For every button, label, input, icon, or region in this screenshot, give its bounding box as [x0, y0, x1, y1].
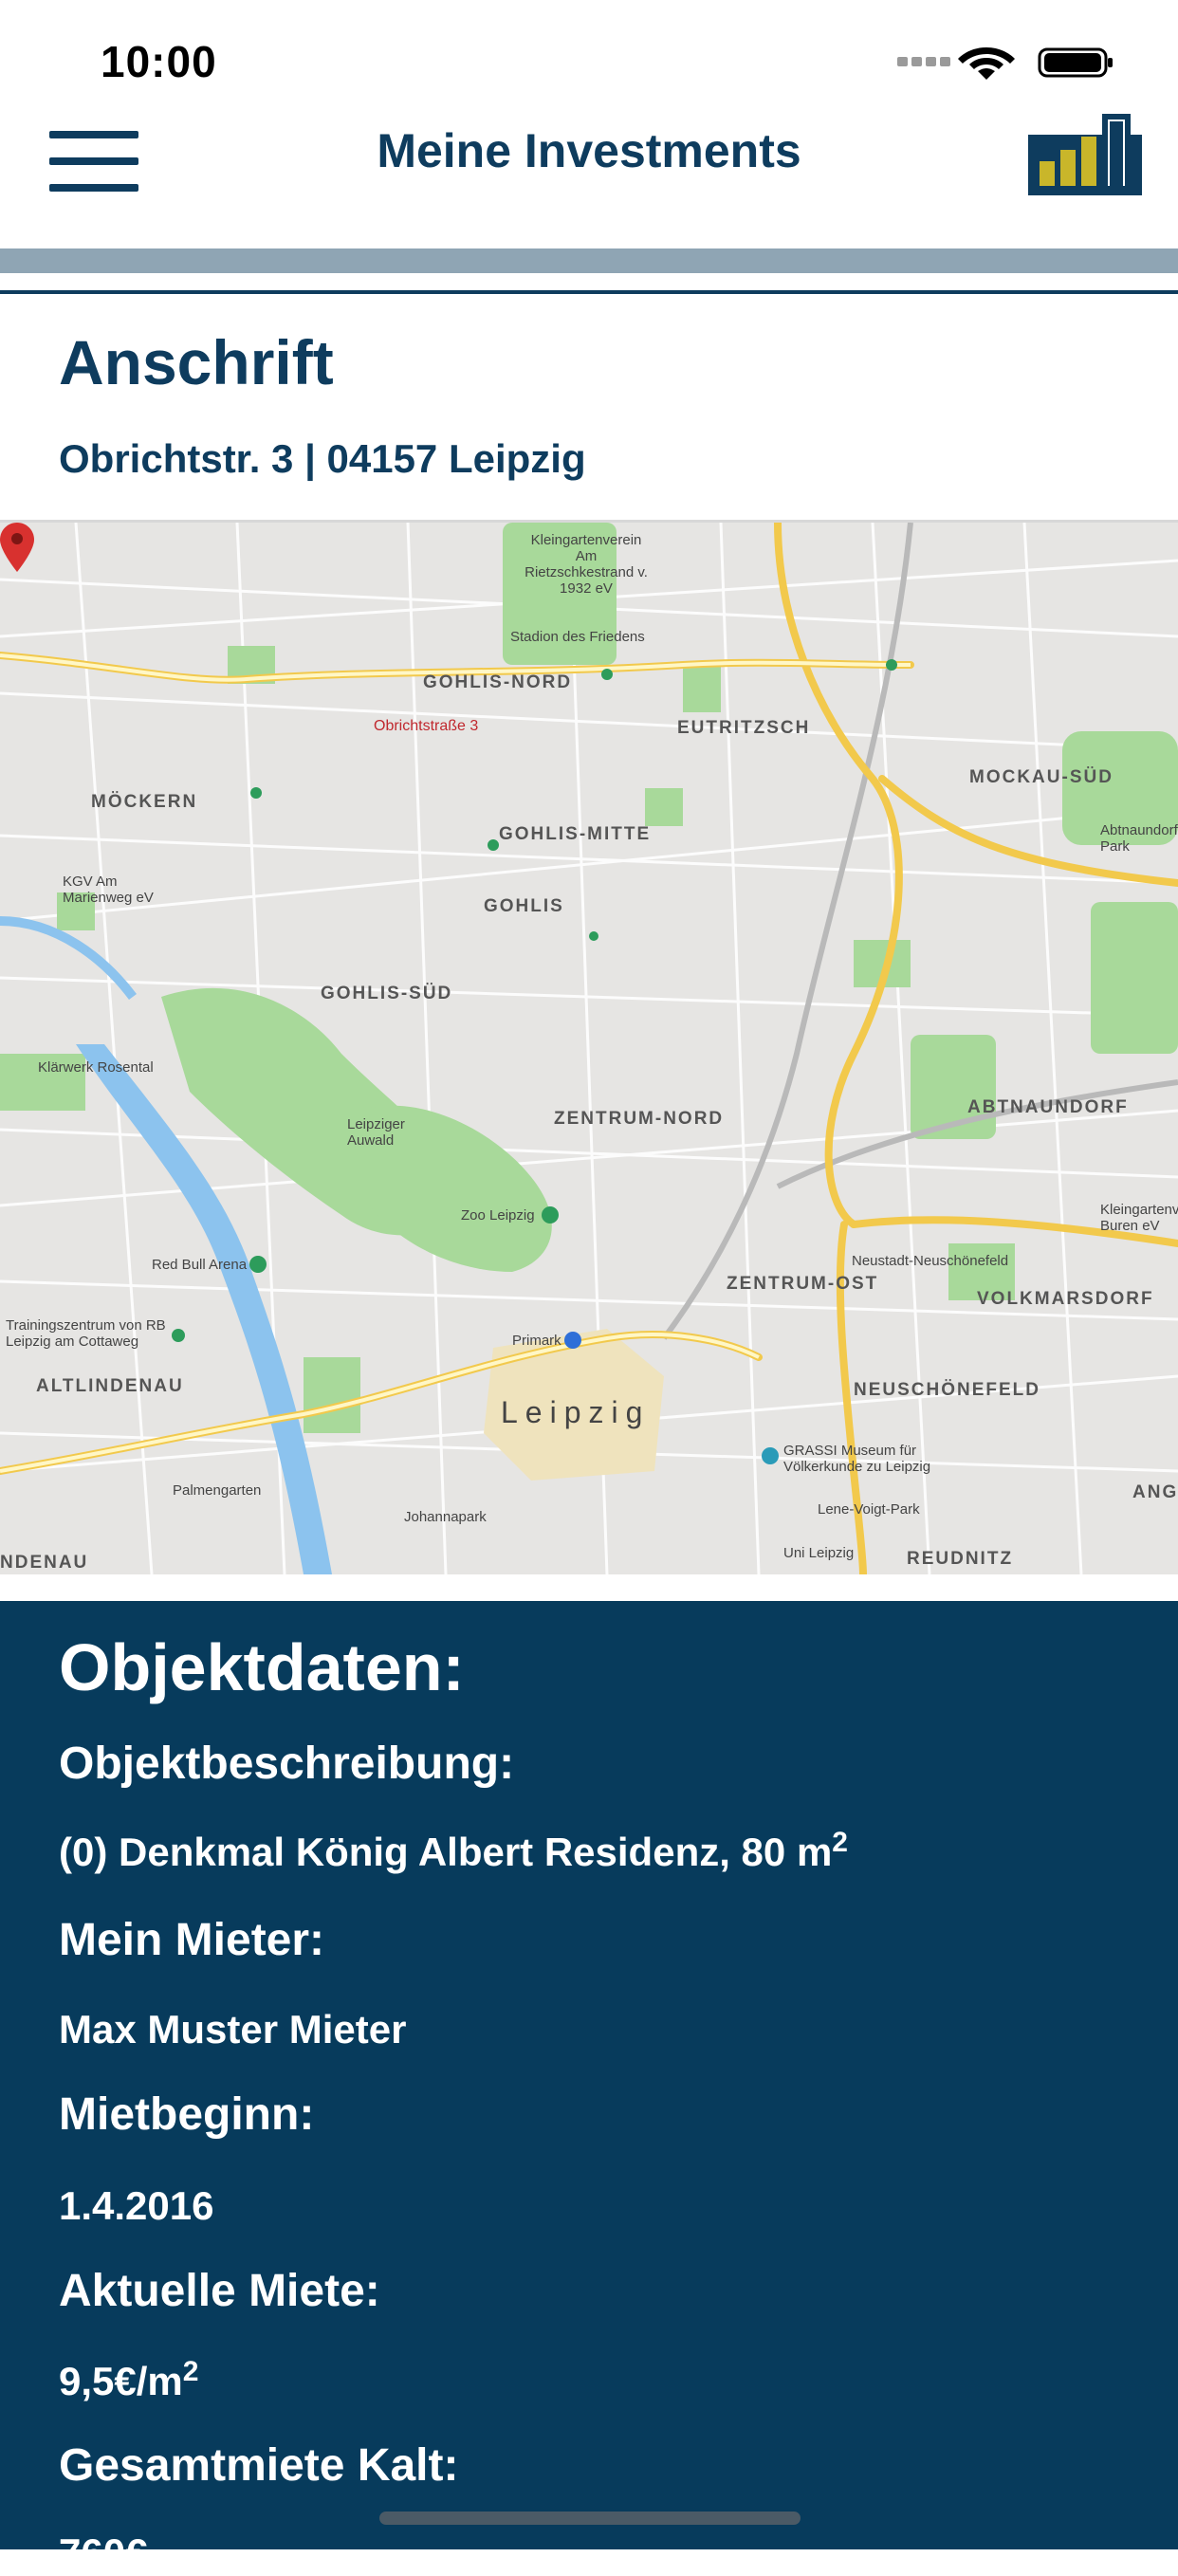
wifi-icon [958, 47, 1015, 80]
district-label: GOHLIS-SÜD [321, 984, 453, 1003]
poi-label: Lene-Voigt-Park [818, 1501, 920, 1518]
detail-value-description: (0) Denkmal König Albert Residenz, 80 m2 [59, 1827, 848, 1874]
district-label: ZENTRUM-NORD [554, 1109, 725, 1129]
poi-label: GRASSI Museum für Völkerkunde zu Leipzig [783, 1443, 931, 1475]
poi-label: Neustadt-Neuschönefeld [852, 1253, 1009, 1269]
map-pin-label: Obrichtstraße 3 [374, 718, 479, 734]
poi-label: Stadion des Friedens [510, 629, 645, 645]
district-label: MOCKAU-SÜD [969, 767, 1114, 787]
poi-label: Uni Leipzig [783, 1545, 855, 1561]
district-label: GOHLIS-MITTE [499, 824, 652, 844]
district-label: VOLKMARSDORF [977, 1289, 1154, 1309]
poi-label: Zoo Leipzig [461, 1207, 535, 1224]
detail-value-lease-start: 1.4.2016 [59, 2183, 214, 2228]
signal-icon [897, 57, 950, 66]
poi-label: Johannapark [404, 1509, 487, 1525]
status-icons [897, 47, 1113, 80]
object-details-panel: Objektdaten: Objektbeschreibung: (0) Den… [0, 1601, 1178, 2575]
poi-label: Primark [512, 1333, 561, 1349]
district-label: GOHLIS [484, 896, 564, 916]
detail-label-tenant: Mein Mieter: [59, 1915, 325, 1965]
detail-label-total-rent: Gesamtmiete Kalt: [59, 2440, 459, 2491]
detail-label-lease-start: Mietbeginn: [59, 2089, 315, 2140]
poi-label: Abtnaundorfer Park [1100, 822, 1178, 855]
nav-bar: Meine Investments [0, 95, 1178, 248]
poi-label: KGV Am Marienweg eV [63, 874, 154, 906]
district-label: MÖCKERN [91, 792, 198, 812]
map-view[interactable]: GOHLIS-NORD EUTRITZSCH MÖCKERN GOHLIS-MI… [0, 523, 1178, 1574]
section-gap [0, 1574, 1178, 1601]
district-label: ZENTRUM-OST [727, 1274, 879, 1294]
bar-chart-logo-icon[interactable] [1028, 108, 1142, 195]
detail-value-tenant: Max Muster Mieter [59, 2007, 407, 2052]
detail-value-total-rent: 760€ [59, 2530, 148, 2575]
district-label: NEUSCHÖNEFELD [854, 1380, 1041, 1400]
district-label: REUDNITZ [907, 1549, 1014, 1569]
status-bar: 10:00 [0, 0, 1178, 95]
poi-label: Trainingszentrum von RB Leipzig am Cotta… [6, 1317, 166, 1350]
map-pin-icon[interactable] [0, 523, 34, 572]
poi-label: Klärwerk Rosental [38, 1059, 154, 1076]
district-label: EUTRITZSCH [677, 718, 811, 738]
header-band [0, 248, 1178, 273]
address-line: Obrichtstr. 3 | 04157 Leipzig [59, 436, 586, 481]
district-label: ALTLINDENAU [36, 1376, 184, 1396]
poi-label: Kleingartenverein Am Rietzschkestrand v.… [525, 532, 648, 597]
district-label: GOHLIS-NORD [423, 672, 573, 692]
district-label: NDENAU [0, 1553, 89, 1573]
district-label: ABTNAUNDORF [967, 1097, 1129, 1117]
detail-label-description: Objektbeschreibung: [59, 1739, 515, 1789]
poi-label: Leipziger Auwald [347, 1116, 405, 1149]
poi-label: Kleingartenverein Buren eV [1100, 1202, 1178, 1234]
details-title: Objektdaten: [59, 1630, 465, 1704]
status-time: 10:00 [101, 37, 217, 86]
home-indicator[interactable] [379, 2512, 801, 2525]
poi-label: Red Bull Arena [152, 1257, 248, 1273]
poi-label: Palmengarten [173, 1482, 262, 1499]
detail-label-current-rent: Aktuelle Miete: [59, 2266, 380, 2316]
district-label: ANGER [1132, 1482, 1178, 1502]
battery-icon [1038, 47, 1113, 78]
detail-value-current-rent: 9,5€/m2 [59, 2356, 199, 2403]
city-label: Leipzig [501, 1395, 651, 1429]
page-title: Meine Investments [377, 124, 801, 177]
address-title: Anschrift [59, 327, 334, 397]
address-section: Anschrift Obrichtstr. 3 | 04157 Leipzig [0, 294, 1178, 523]
